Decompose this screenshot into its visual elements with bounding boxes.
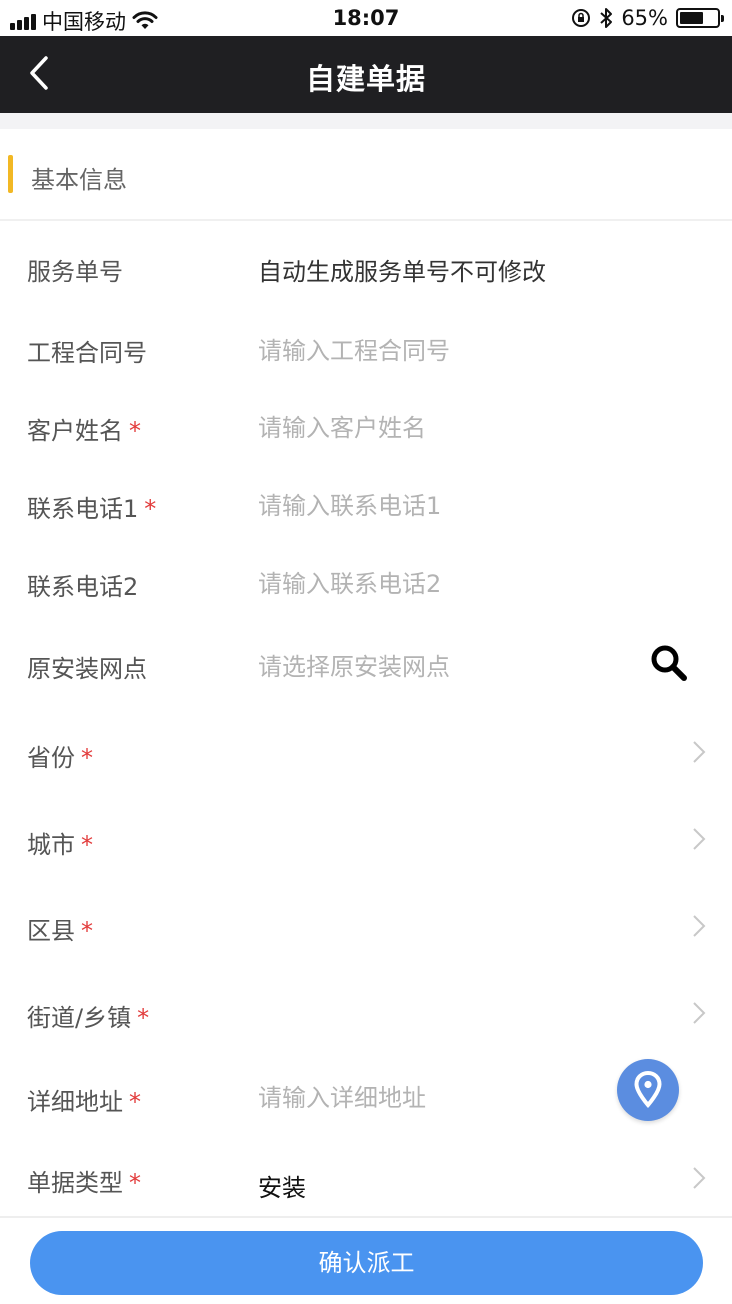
battery-percent: 65%	[621, 6, 668, 30]
form-row-customer-name[interactable]: 客户姓名 * 请输入客户姓名	[0, 387, 732, 465]
order-type-label: 单据类型 *	[27, 1163, 141, 1198]
form-row-order-type[interactable]: 单据类型 * 安装	[0, 1139, 732, 1216]
form-row-address[interactable]: 详细地址 * 请输入详细地址	[0, 1055, 732, 1139]
nav-bar: 自建单据	[0, 36, 732, 113]
section-header: 基本信息	[0, 129, 732, 221]
required-mark: *	[144, 495, 157, 523]
address-label: 详细地址 *	[27, 1082, 141, 1117]
form-row-phone1[interactable]: 联系电话1 * 请输入联系电话1	[0, 465, 732, 543]
required-mark: *	[129, 1088, 141, 1116]
customer-name-label-text: 客户姓名	[27, 417, 123, 445]
chevron-right-icon	[693, 1167, 706, 1189]
form-row-contract-no[interactable]: 工程合同号 请输入工程合同号	[0, 309, 732, 387]
chevron-right-icon	[693, 741, 706, 763]
service-no-value: 自动生成服务单号不可修改	[258, 258, 546, 286]
bluetooth-icon	[600, 8, 613, 28]
required-mark: *	[81, 744, 93, 772]
map-pin-icon	[634, 1070, 662, 1109]
confirm-dispatch-button[interactable]: 确认派工	[30, 1231, 703, 1295]
customer-name-input[interactable]: 请输入客户姓名	[258, 408, 426, 443]
contract-no-input[interactable]: 请输入工程合同号	[258, 331, 450, 366]
phone2-label: 联系电话2	[27, 573, 139, 601]
street-label-text: 街道/乡镇	[27, 1004, 132, 1032]
contract-no-label: 工程合同号	[27, 339, 147, 367]
required-mark: *	[137, 1004, 150, 1032]
origin-site-label: 原安装网点	[27, 655, 147, 683]
phone1-label-text: 联系电话1	[27, 495, 139, 523]
bottom-bar: 确认派工	[0, 1216, 732, 1304]
form-row-city[interactable]: 城市 *	[0, 794, 732, 881]
section-accent-bar	[8, 155, 13, 193]
battery-fill	[680, 12, 704, 24]
page-title: 自建单据	[305, 62, 426, 96]
required-mark: *	[129, 1169, 141, 1197]
address-input[interactable]: 请输入详细地址	[258, 1078, 426, 1113]
service-no-label: 服务单号	[27, 258, 123, 286]
customer-name-label: 客户姓名 *	[27, 411, 141, 446]
separator-band	[0, 113, 732, 129]
battery-icon	[676, 8, 724, 28]
province-label: 省份 *	[27, 738, 93, 773]
form-row-origin-site[interactable]: 原安装网点 请选择原安装网点	[0, 621, 732, 707]
orientation-lock-icon	[572, 9, 591, 27]
form-row-street[interactable]: 街道/乡镇 *	[0, 968, 732, 1055]
required-mark: *	[129, 417, 141, 445]
order-type-value[interactable]: 安装	[258, 1168, 306, 1203]
district-label: 区县 *	[27, 911, 93, 946]
status-right: 65%	[571, 6, 724, 30]
form-row-phone2[interactable]: 联系电话2 请输入联系电话2	[0, 543, 732, 621]
origin-site-input[interactable]: 请选择原安装网点	[258, 647, 450, 682]
required-mark: *	[81, 831, 93, 859]
required-mark: *	[81, 917, 93, 945]
city-label-text: 城市	[27, 831, 75, 859]
chevron-right-icon	[693, 915, 706, 937]
search-icon	[651, 645, 687, 681]
phone1-input[interactable]: 请输入联系电话1	[258, 486, 441, 521]
street-label: 街道/乡镇 *	[27, 998, 149, 1033]
phone2-input[interactable]: 请输入联系电话2	[258, 564, 441, 599]
chevron-right-icon	[693, 828, 706, 850]
search-button[interactable]	[650, 644, 688, 682]
order-type-label-text: 单据类型	[27, 1169, 123, 1197]
address-label-text: 详细地址	[27, 1088, 123, 1116]
section-title: 基本信息	[31, 166, 127, 194]
form-row-service-no: 服务单号 自动生成服务单号不可修改	[0, 223, 732, 309]
locate-button[interactable]	[617, 1059, 679, 1121]
phone1-label: 联系电话1 *	[27, 489, 156, 524]
city-label: 城市 *	[27, 825, 93, 860]
form-row-district[interactable]: 区县 *	[0, 881, 732, 968]
form-row-province[interactable]: 省份 *	[0, 707, 732, 794]
province-label-text: 省份	[27, 744, 75, 772]
chevron-right-icon	[693, 1002, 706, 1024]
district-label-text: 区县	[27, 917, 75, 945]
status-bar: 中国移动 18:07 65%	[0, 0, 732, 36]
